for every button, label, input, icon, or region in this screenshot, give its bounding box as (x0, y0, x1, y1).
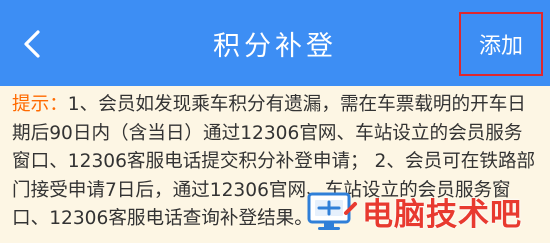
watermark-text: 电脑技术吧 (362, 196, 522, 233)
add-button[interactable]: 添加 (459, 12, 543, 76)
top-navigation-bar: 积分补登 添加 (0, 0, 550, 86)
add-button-label: 添加 (478, 34, 523, 59)
monitor-logo-icon (307, 192, 357, 230)
watermark: 电脑技术吧 (306, 188, 522, 234)
notice-label: 提示： (12, 94, 68, 115)
